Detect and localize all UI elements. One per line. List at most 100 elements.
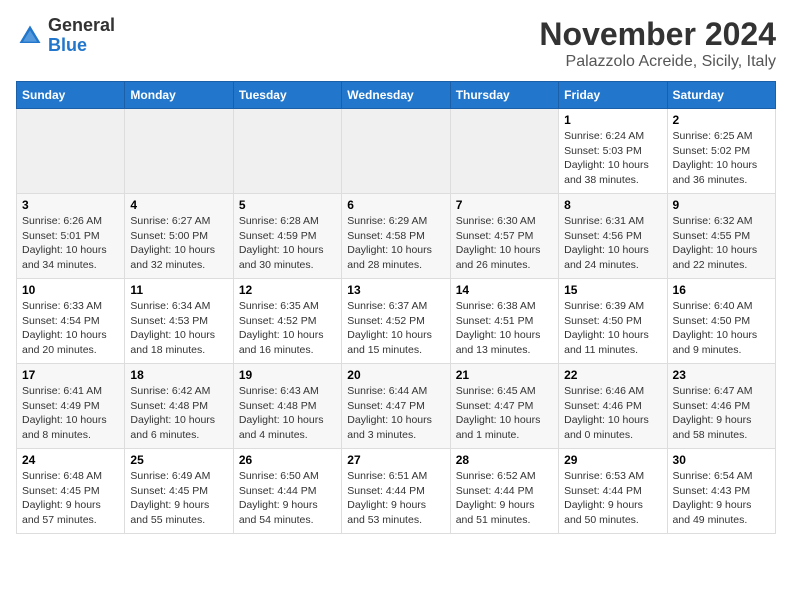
month-title: November 2024 <box>539 16 776 53</box>
calendar-cell: 19 Sunrise: 6:43 AM Sunset: 4:48 PM Dayli… <box>233 364 341 449</box>
day-info: Sunrise: 6:44 AM Sunset: 4:47 PM Dayligh… <box>347 384 444 443</box>
calendar-cell: 24 Sunrise: 6:48 AM Sunset: 4:45 PM Dayli… <box>17 449 125 534</box>
day-info: Sunrise: 6:52 AM Sunset: 4:44 PM Dayligh… <box>456 469 553 528</box>
calendar-cell: 21Sunrise: 6:45 AM Sunset: 4:47 PM Dayli… <box>450 364 558 449</box>
day-info: Sunrise: 6:35 AM Sunset: 4:52 PM Dayligh… <box>239 299 336 358</box>
calendar-header-row: SundayMondayTuesdayWednesdayThursdayFrid… <box>17 82 776 109</box>
day-info: Sunrise: 6:33 AM Sunset: 4:54 PM Dayligh… <box>22 299 119 358</box>
logo: General Blue <box>16 16 115 56</box>
day-number: 12 <box>239 283 336 297</box>
calendar-cell: 3 Sunrise: 6:26 AM Sunset: 5:01 PM Daylig… <box>17 194 125 279</box>
logo-general-text: General <box>48 16 115 36</box>
calendar-cell: 30 Sunrise: 6:54 AM Sunset: 4:43 PM Dayli… <box>667 449 775 534</box>
page-header: General Blue November 2024 Palazzolo Acr… <box>16 16 776 71</box>
day-number: 23 <box>673 368 770 382</box>
day-number: 22 <box>564 368 661 382</box>
location-title: Palazzolo Acreide, Sicily, Italy <box>539 53 776 71</box>
day-number: 30 <box>673 453 770 467</box>
day-number: 1 <box>564 113 661 127</box>
calendar-cell: 1Sunrise: 6:24 AM Sunset: 5:03 PM Daylig… <box>559 109 667 194</box>
day-number: 26 <box>239 453 336 467</box>
day-number: 15 <box>564 283 661 297</box>
calendar-week-row: 10 Sunrise: 6:33 AM Sunset: 4:54 PM Dayli… <box>17 279 776 364</box>
calendar-cell: 14Sunrise: 6:38 AM Sunset: 4:51 PM Dayli… <box>450 279 558 364</box>
day-number: 24 <box>22 453 119 467</box>
day-number: 29 <box>564 453 661 467</box>
calendar-cell <box>17 109 125 194</box>
day-info: Sunrise: 6:42 AM Sunset: 4:48 PM Dayligh… <box>130 384 227 443</box>
calendar-cell: 20 Sunrise: 6:44 AM Sunset: 4:47 PM Dayli… <box>342 364 450 449</box>
calendar-cell: 25 Sunrise: 6:49 AM Sunset: 4:45 PM Dayli… <box>125 449 233 534</box>
day-number: 20 <box>347 368 444 382</box>
day-info: Sunrise: 6:53 AM Sunset: 4:44 PM Dayligh… <box>564 469 661 528</box>
day-info: Sunrise: 6:37 AM Sunset: 4:52 PM Dayligh… <box>347 299 444 358</box>
day-header-tuesday: Tuesday <box>233 82 341 109</box>
calendar-cell: 5 Sunrise: 6:28 AM Sunset: 4:59 PM Daylig… <box>233 194 341 279</box>
day-number: 4 <box>130 198 227 212</box>
day-info: Sunrise: 6:48 AM Sunset: 4:45 PM Dayligh… <box>22 469 119 528</box>
day-number: 17 <box>22 368 119 382</box>
day-info: Sunrise: 6:50 AM Sunset: 4:44 PM Dayligh… <box>239 469 336 528</box>
day-info: Sunrise: 6:28 AM Sunset: 4:59 PM Dayligh… <box>239 214 336 273</box>
day-info: Sunrise: 6:46 AM Sunset: 4:46 PM Dayligh… <box>564 384 661 443</box>
calendar-cell: 13 Sunrise: 6:37 AM Sunset: 4:52 PM Dayli… <box>342 279 450 364</box>
day-info: Sunrise: 6:39 AM Sunset: 4:50 PM Dayligh… <box>564 299 661 358</box>
day-number: 2 <box>673 113 770 127</box>
day-number: 10 <box>22 283 119 297</box>
calendar-week-row: 24 Sunrise: 6:48 AM Sunset: 4:45 PM Dayli… <box>17 449 776 534</box>
calendar-cell: 10 Sunrise: 6:33 AM Sunset: 4:54 PM Dayli… <box>17 279 125 364</box>
day-info: Sunrise: 6:26 AM Sunset: 5:01 PM Dayligh… <box>22 214 119 273</box>
calendar-cell: 8 Sunrise: 6:31 AM Sunset: 4:56 PM Daylig… <box>559 194 667 279</box>
calendar-table: SundayMondayTuesdayWednesdayThursdayFrid… <box>16 81 776 534</box>
day-info: Sunrise: 6:51 AM Sunset: 4:44 PM Dayligh… <box>347 469 444 528</box>
day-info: Sunrise: 6:49 AM Sunset: 4:45 PM Dayligh… <box>130 469 227 528</box>
day-number: 9 <box>673 198 770 212</box>
day-info: Sunrise: 6:47 AM Sunset: 4:46 PM Dayligh… <box>673 384 770 443</box>
day-number: 25 <box>130 453 227 467</box>
calendar-cell: 18Sunrise: 6:42 AM Sunset: 4:48 PM Dayli… <box>125 364 233 449</box>
day-header-friday: Friday <box>559 82 667 109</box>
calendar-cell: 28Sunrise: 6:52 AM Sunset: 4:44 PM Dayli… <box>450 449 558 534</box>
day-number: 3 <box>22 198 119 212</box>
day-info: Sunrise: 6:54 AM Sunset: 4:43 PM Dayligh… <box>673 469 770 528</box>
day-number: 11 <box>130 283 227 297</box>
calendar-cell: 7 Sunrise: 6:30 AM Sunset: 4:57 PM Daylig… <box>450 194 558 279</box>
calendar-cell: 22 Sunrise: 6:46 AM Sunset: 4:46 PM Dayli… <box>559 364 667 449</box>
calendar-cell: 9Sunrise: 6:32 AM Sunset: 4:55 PM Daylig… <box>667 194 775 279</box>
logo-icon <box>16 22 44 50</box>
day-info: Sunrise: 6:25 AM Sunset: 5:02 PM Dayligh… <box>673 129 770 188</box>
logo-text: General Blue <box>48 16 115 56</box>
day-info: Sunrise: 6:30 AM Sunset: 4:57 PM Dayligh… <box>456 214 553 273</box>
calendar-cell <box>342 109 450 194</box>
calendar-week-row: 1Sunrise: 6:24 AM Sunset: 5:03 PM Daylig… <box>17 109 776 194</box>
calendar-cell: 15 Sunrise: 6:39 AM Sunset: 4:50 PM Dayli… <box>559 279 667 364</box>
day-header-sunday: Sunday <box>17 82 125 109</box>
day-number: 16 <box>673 283 770 297</box>
logo-blue-text: Blue <box>48 36 115 56</box>
calendar-cell: 2 Sunrise: 6:25 AM Sunset: 5:02 PM Daylig… <box>667 109 775 194</box>
day-number: 21 <box>456 368 553 382</box>
calendar-cell: 16Sunrise: 6:40 AM Sunset: 4:50 PM Dayli… <box>667 279 775 364</box>
day-info: Sunrise: 6:41 AM Sunset: 4:49 PM Dayligh… <box>22 384 119 443</box>
day-info: Sunrise: 6:38 AM Sunset: 4:51 PM Dayligh… <box>456 299 553 358</box>
calendar-cell <box>233 109 341 194</box>
calendar-cell: 4 Sunrise: 6:27 AM Sunset: 5:00 PM Daylig… <box>125 194 233 279</box>
calendar-cell: 11Sunrise: 6:34 AM Sunset: 4:53 PM Dayli… <box>125 279 233 364</box>
day-number: 5 <box>239 198 336 212</box>
day-number: 13 <box>347 283 444 297</box>
day-info: Sunrise: 6:27 AM Sunset: 5:00 PM Dayligh… <box>130 214 227 273</box>
day-header-wednesday: Wednesday <box>342 82 450 109</box>
day-number: 8 <box>564 198 661 212</box>
day-number: 7 <box>456 198 553 212</box>
day-header-saturday: Saturday <box>667 82 775 109</box>
calendar-cell: 17 Sunrise: 6:41 AM Sunset: 4:49 PM Dayli… <box>17 364 125 449</box>
calendar-cell: 6Sunrise: 6:29 AM Sunset: 4:58 PM Daylig… <box>342 194 450 279</box>
calendar-cell: 12 Sunrise: 6:35 AM Sunset: 4:52 PM Dayli… <box>233 279 341 364</box>
day-header-monday: Monday <box>125 82 233 109</box>
day-info: Sunrise: 6:43 AM Sunset: 4:48 PM Dayligh… <box>239 384 336 443</box>
day-info: Sunrise: 6:31 AM Sunset: 4:56 PM Dayligh… <box>564 214 661 273</box>
calendar-cell: 27Sunrise: 6:51 AM Sunset: 4:44 PM Dayli… <box>342 449 450 534</box>
day-number: 19 <box>239 368 336 382</box>
calendar-week-row: 17 Sunrise: 6:41 AM Sunset: 4:49 PM Dayli… <box>17 364 776 449</box>
calendar-cell: 26 Sunrise: 6:50 AM Sunset: 4:44 PM Dayli… <box>233 449 341 534</box>
